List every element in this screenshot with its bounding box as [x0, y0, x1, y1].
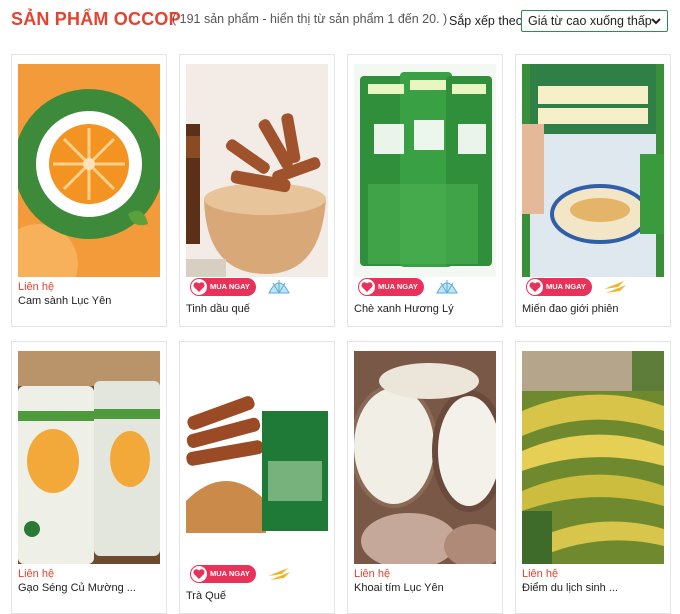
product-price: Liên hệ — [18, 281, 55, 293]
product-image-taro[interactable] — [354, 351, 496, 564]
product-price: Liên hệ — [18, 568, 55, 580]
product-card[interactable]: MUA NGAY Chè xanh Hương Lý — [347, 54, 503, 327]
product-badges: MUA NGAY — [190, 275, 330, 297]
buy-now-button[interactable]: MUA NGAY — [190, 278, 256, 296]
heart-icon — [193, 282, 205, 292]
sort-select[interactable]: Giá từ cao xuống thấp — [521, 10, 668, 32]
chevron-down-icon — [651, 18, 661, 25]
product-image-green-tea[interactable] — [354, 64, 496, 277]
product-name[interactable]: Cam sành Lục Yên — [18, 295, 111, 307]
buy-now-label: MUA NGAY — [378, 282, 418, 291]
product-card[interactable]: Liên hệ Khoai tím Lục Yên — [347, 341, 503, 614]
product-card[interactable]: MUA NGAY Trà Quế — [179, 341, 335, 614]
product-count: ( 191 sản phẩm - hiển thị từ sản phẩm 1 … — [172, 12, 448, 26]
sort-label: Sắp xếp theo — [449, 14, 523, 28]
product-badges: MUA NGAY — [526, 275, 666, 297]
product-badges: MUA NGAY — [358, 275, 498, 297]
product-image-terraces[interactable] — [522, 351, 664, 564]
heart-icon — [529, 282, 541, 292]
buy-now-label: MUA NGAY — [210, 282, 250, 291]
heart-icon — [193, 569, 205, 579]
sort-select-value: Giá từ cao xuống thấp — [528, 14, 652, 28]
product-image-cinnamon-oil[interactable] — [186, 64, 328, 277]
product-name[interactable]: Miến đao giới phiên — [522, 303, 619, 315]
product-image-noodle[interactable] — [522, 64, 664, 277]
wing-logo-icon — [266, 562, 292, 584]
product-price: Liên hệ — [354, 568, 391, 580]
product-name[interactable]: Gạo Séng Củ Mường ... — [18, 582, 136, 594]
product-image-rice[interactable] — [18, 351, 160, 564]
buy-now-button[interactable]: MUA NGAY — [526, 278, 592, 296]
product-card[interactable]: Liên hệ Gạo Séng Củ Mường ... — [11, 341, 167, 614]
buy-now-label: MUA NGAY — [546, 282, 586, 291]
shell-logo-icon — [434, 275, 460, 297]
wing-logo-icon — [602, 275, 628, 297]
product-image-orange[interactable] — [18, 64, 160, 277]
product-name[interactable]: Trà Quế — [186, 590, 226, 602]
product-name[interactable]: Chè xanh Hương Lý — [354, 303, 454, 315]
page-title: SẢN PHẨM OCCOP — [11, 9, 181, 29]
product-name[interactable]: Khoai tím Lục Yên — [354, 582, 444, 594]
product-card[interactable]: Liên hệ Cam sành Lục Yên — [11, 54, 167, 327]
buy-now-button[interactable]: MUA NGAY — [358, 278, 424, 296]
product-badges: MUA NGAY — [190, 562, 330, 584]
heart-icon — [361, 282, 373, 292]
buy-now-label: MUA NGAY — [210, 569, 250, 578]
product-name[interactable]: Điểm du lịch sinh ... — [522, 582, 618, 594]
buy-now-button[interactable]: MUA NGAY — [190, 565, 256, 583]
product-image-cinnamon-tea[interactable] — [186, 351, 328, 564]
product-name[interactable]: Tinh dầu quế — [186, 303, 250, 315]
product-card[interactable]: MUA NGAY Tinh dầu quế — [179, 54, 335, 327]
shell-logo-icon — [266, 275, 292, 297]
page-header: SẢN PHẨM OCCOP ( 191 sản phẩm - hiển thị… — [11, 8, 671, 34]
product-card[interactable]: MUA NGAY Miến đao giới phiên — [515, 54, 671, 327]
product-price: Liên hệ — [522, 568, 559, 580]
product-card[interactable]: Liên hệ Điểm du lịch sinh ... — [515, 341, 671, 614]
